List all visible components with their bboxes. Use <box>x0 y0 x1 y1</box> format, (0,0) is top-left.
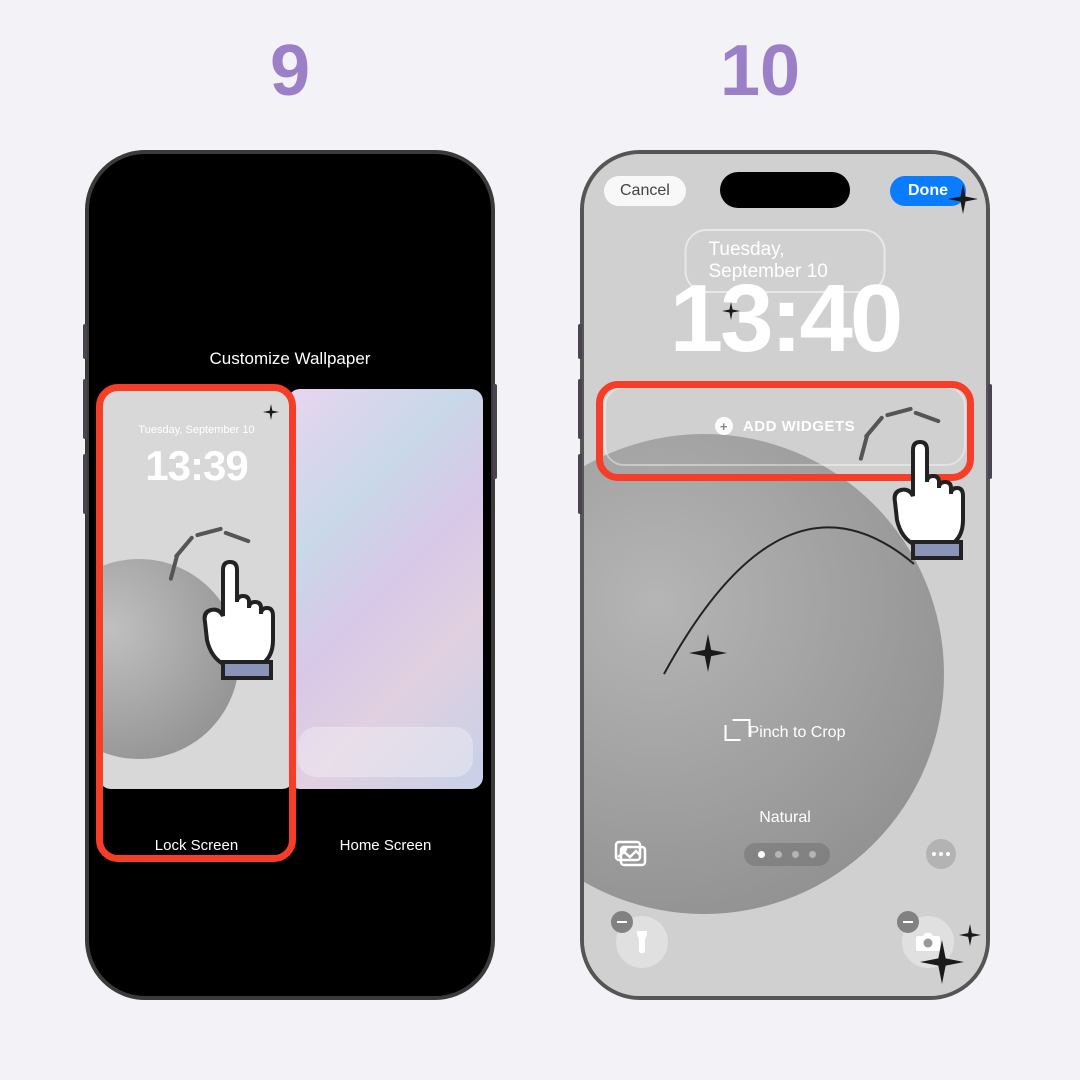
power-button <box>493 384 497 479</box>
bottom-controls-row <box>584 839 986 869</box>
page-dot <box>809 851 816 858</box>
home-screen-option[interactable]: Home Screen <box>288 389 483 819</box>
flashlight-button[interactable] <box>616 916 668 968</box>
volume-down-button <box>578 454 582 514</box>
tap-indicator-icon <box>175 540 305 690</box>
volume-up-button <box>578 379 582 439</box>
remove-badge[interactable] <box>611 911 633 933</box>
filter-pagination[interactable] <box>744 843 830 866</box>
customize-wallpaper-title: Customize Wallpaper <box>89 349 491 369</box>
home-screen-label: Home Screen <box>288 837 483 854</box>
page-dot-active <box>758 851 765 858</box>
pinch-to-crop-hint: Pinch to Crop <box>725 724 846 742</box>
remove-badge[interactable] <box>897 911 919 933</box>
tap-indicator-icon <box>865 420 995 570</box>
step-number-10: 10 <box>720 30 800 112</box>
photos-icon[interactable] <box>614 840 648 868</box>
more-options-button[interactable] <box>926 839 956 869</box>
filter-natural-label: Natural <box>584 809 986 827</box>
phone-screen: Cancel Done Tuesday, September 10 13:40 … <box>584 154 986 996</box>
dynamic-island <box>720 172 850 208</box>
page-dot <box>792 851 799 858</box>
pinch-crop-label: Pinch to Crop <box>749 724 846 742</box>
time-widget[interactable]: 13:40 <box>584 264 986 374</box>
step-number-9: 9 <box>270 30 310 112</box>
side-button <box>83 324 87 359</box>
cancel-button[interactable]: Cancel <box>604 176 686 206</box>
phone-frame-step10: Cancel Done Tuesday, September 10 13:40 … <box>580 150 990 1000</box>
volume-down-button <box>83 454 87 514</box>
crop-icon <box>725 725 741 741</box>
page-dot <box>775 851 782 858</box>
dock-background <box>298 727 473 777</box>
side-button <box>578 324 582 359</box>
dynamic-island <box>225 172 355 208</box>
volume-up-button <box>83 379 87 439</box>
home-screen-preview <box>288 389 483 789</box>
